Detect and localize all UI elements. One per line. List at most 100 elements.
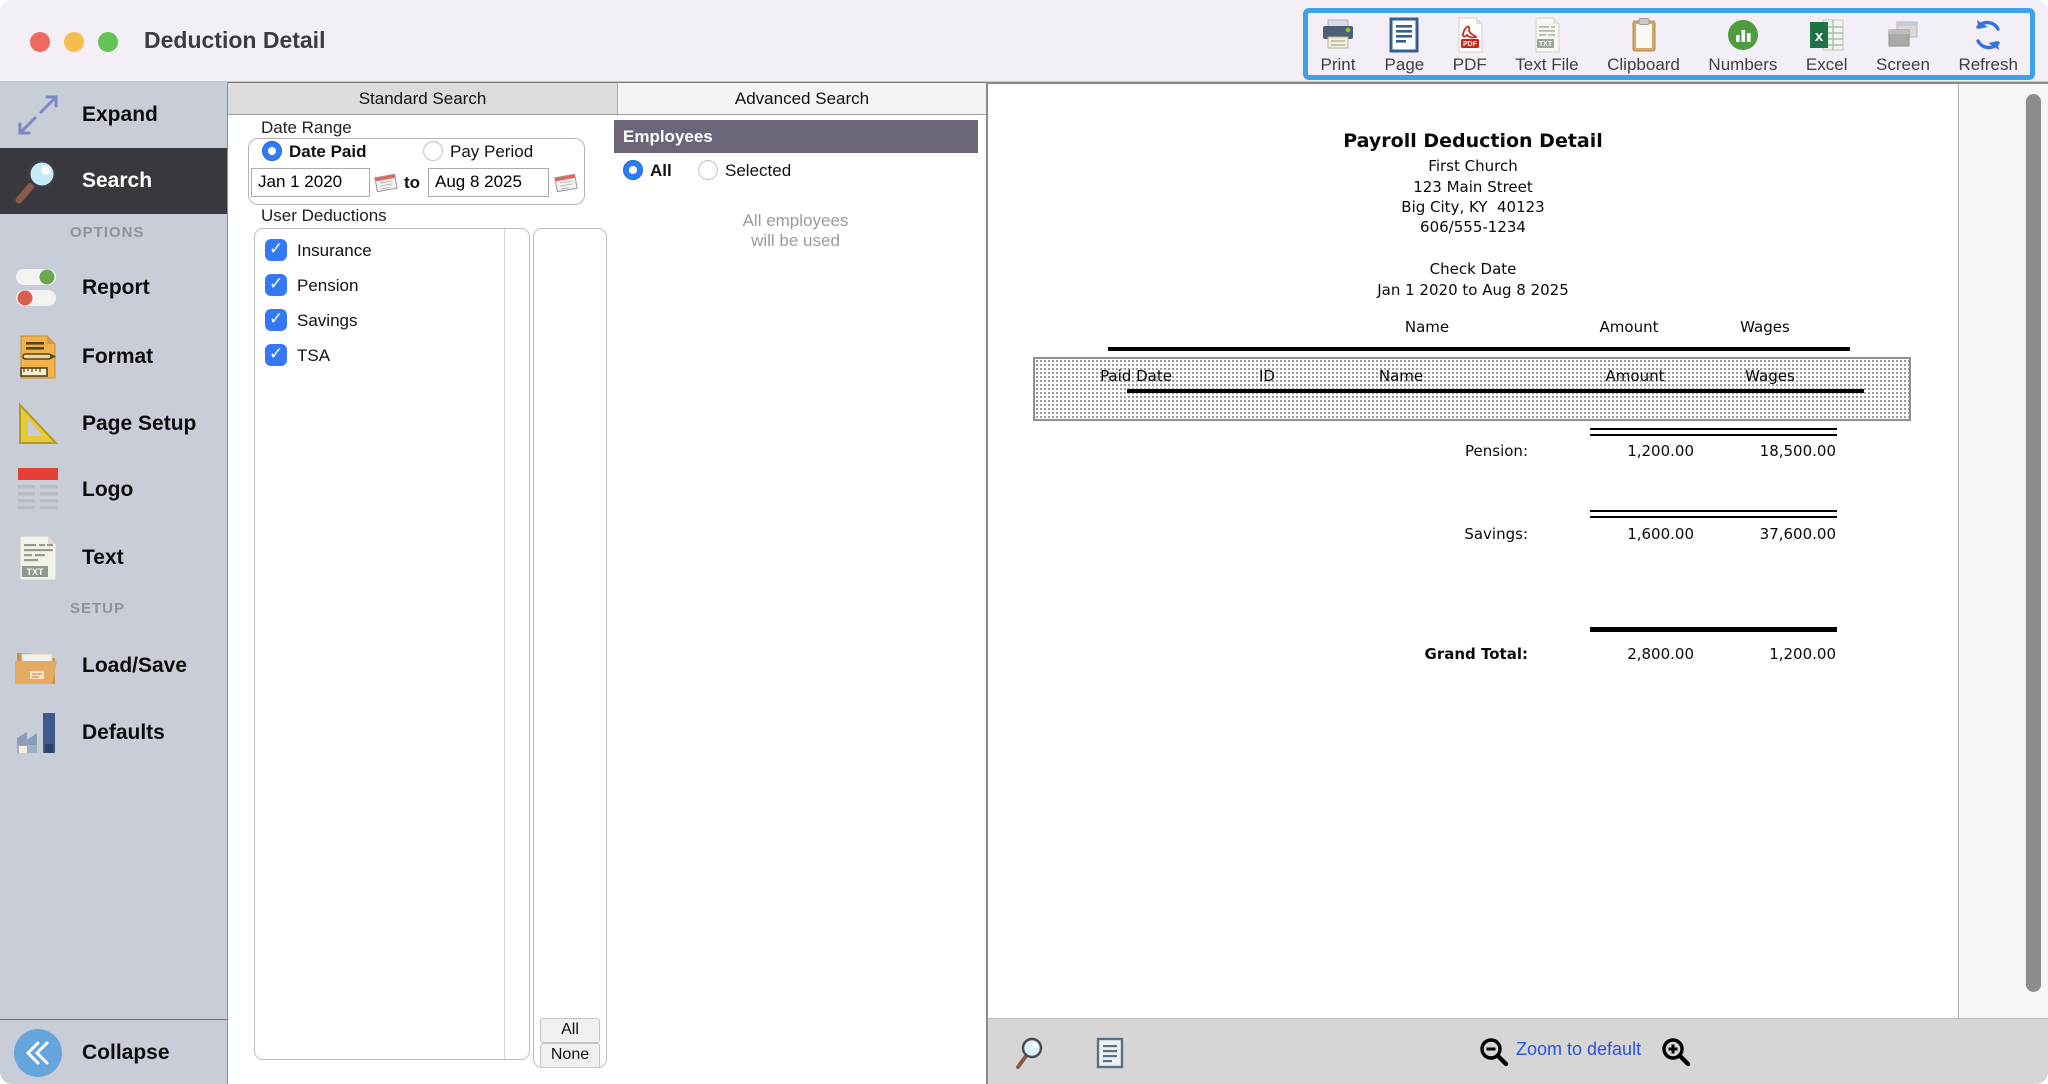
- sidebar-item-expand[interactable]: Expand: [0, 82, 227, 148]
- factory-icon: [12, 707, 64, 759]
- refresh-button[interactable]: Refresh: [1958, 16, 2018, 75]
- zoom-in-icon[interactable]: [1660, 1036, 1692, 1073]
- page-label: Page: [1385, 55, 1425, 75]
- pension-checkbox[interactable]: [265, 274, 287, 296]
- grand-total-label: Grand Total:: [1228, 645, 1528, 663]
- screen-button[interactable]: Screen: [1876, 16, 1930, 75]
- detail-col-amount: Amount: [1595, 367, 1675, 385]
- deduction-row-insurance[interactable]: Insurance: [255, 237, 529, 267]
- folder-icon: [12, 640, 64, 692]
- select-none-button[interactable]: None: [540, 1043, 600, 1068]
- savings-row-wages: 37,600.00: [1696, 525, 1836, 543]
- window-title: Deduction Detail: [144, 27, 325, 54]
- deduction-row-tsa[interactable]: TSA: [255, 342, 529, 372]
- printer-icon: [1320, 16, 1356, 54]
- search-icon: [12, 155, 64, 207]
- detail-col-paid-date: Paid Date: [1091, 367, 1181, 385]
- clipboard-button[interactable]: Clipboard: [1607, 16, 1680, 75]
- grand-total-rule: [1590, 627, 1837, 632]
- employees-all-radio[interactable]: [623, 160, 643, 180]
- magnifier-icon[interactable]: [1013, 1035, 1047, 1076]
- screen-label: Screen: [1876, 55, 1930, 75]
- pay-period-radio-label: Pay Period: [450, 142, 533, 162]
- print-button[interactable]: Print: [1320, 16, 1356, 75]
- deduction-row-pension[interactable]: Pension: [255, 272, 529, 302]
- sidebar-item-logo-label: Logo: [82, 478, 133, 502]
- clipboard-icon: [1630, 16, 1658, 54]
- report-check-date-label: Check Date: [988, 260, 1958, 278]
- pdf-label: PDF: [1453, 55, 1487, 75]
- employees-header: Employees: [614, 120, 978, 153]
- expand-icon: [12, 89, 64, 141]
- clipboard-label: Clipboard: [1607, 55, 1680, 75]
- zoom-to-default-link[interactable]: Zoom to default: [1516, 1039, 1641, 1060]
- savings-checkbox[interactable]: [265, 309, 287, 331]
- pay-period-radio[interactable]: [423, 141, 443, 161]
- numbers-button[interactable]: Numbers: [1708, 16, 1777, 75]
- tab-advanced-search[interactable]: Advanced Search: [617, 83, 986, 114]
- report-org-city: Big City, KY 40123: [988, 198, 1958, 216]
- date-paid-radio[interactable]: [262, 141, 282, 161]
- minimize-window-button[interactable]: [64, 32, 84, 52]
- savings-total-rule: [1590, 510, 1837, 518]
- date-to-calendar-icon[interactable]: [554, 172, 578, 194]
- insurance-checkbox[interactable]: [265, 239, 287, 261]
- sidebar-item-collapse[interactable]: Collapse: [0, 1024, 227, 1082]
- pdf-button[interactable]: PDF PDF: [1453, 16, 1487, 75]
- sidebar-options-header: OPTIONS: [70, 224, 145, 241]
- deduction-row-savings[interactable]: Savings: [255, 307, 529, 337]
- grand-total-amount: 2,800.00: [1554, 645, 1694, 663]
- report-document-icon[interactable]: [1096, 1037, 1124, 1074]
- screen-icon: [1885, 16, 1921, 54]
- export-toolbar: Print Page PDF PDF TXT Text File: [1303, 8, 2035, 80]
- report-scrollbar[interactable]: [2026, 94, 2041, 992]
- page-icon: [1389, 16, 1419, 54]
- sidebar-divider: [0, 1019, 227, 1020]
- pdf-icon: PDF: [1456, 16, 1484, 54]
- report-org-street: 123 Main Street: [988, 178, 1958, 196]
- employees-selected-radio[interactable]: [698, 160, 718, 180]
- excel-label: Excel: [1806, 55, 1848, 75]
- date-from-calendar-icon[interactable]: [374, 172, 398, 194]
- sidebar-item-logo[interactable]: Logo: [0, 457, 227, 523]
- sidebar-item-collapse-label: Collapse: [82, 1041, 170, 1065]
- insurance-label: Insurance: [297, 241, 372, 261]
- date-from-input[interactable]: Jan 1 2020: [251, 168, 370, 197]
- tsa-checkbox[interactable]: [265, 344, 287, 366]
- zoom-window-button[interactable]: [98, 32, 118, 52]
- sidebar-item-defaults-label: Defaults: [82, 721, 165, 745]
- header-rule: [1108, 347, 1850, 351]
- detail-col-wages: Wages: [1730, 367, 1810, 385]
- select-all-button[interactable]: All: [540, 1018, 600, 1043]
- date-range-label: Date Range: [261, 118, 352, 138]
- sidebar-item-load-save[interactable]: Load/Save: [0, 633, 227, 699]
- employees-selected-label: Selected: [725, 161, 791, 181]
- sidebar-setup-header: SETUP: [70, 600, 125, 617]
- report-org-phone: 606/555-1234: [988, 218, 1958, 236]
- pension-total-rule: [1590, 428, 1837, 436]
- report-org-name: First Church: [988, 157, 1958, 175]
- sidebar-item-format-label: Format: [82, 345, 153, 369]
- excel-button[interactable]: x Excel: [1806, 16, 1848, 75]
- page-setup-icon: [12, 398, 64, 450]
- date-to-input[interactable]: Aug 8 2025: [428, 168, 549, 197]
- sidebar-item-format[interactable]: Format: [0, 324, 227, 390]
- detail-band[interactable]: Paid Date ID Name Amount Wages: [1033, 357, 1911, 421]
- print-label: Print: [1321, 55, 1356, 75]
- sidebar-item-text[interactable]: TXT Text: [0, 525, 227, 591]
- page-button[interactable]: Page: [1385, 16, 1425, 75]
- title-bar: Deduction Detail Print Page PDF PDF: [0, 0, 2048, 82]
- sidebar-item-defaults[interactable]: Defaults: [0, 700, 227, 766]
- sidebar-item-page-setup[interactable]: Page Setup: [0, 391, 227, 457]
- zoom-out-icon[interactable]: [1478, 1036, 1510, 1073]
- pension-row-wages: 18,500.00: [1696, 442, 1836, 460]
- text-file-button[interactable]: TXT Text File: [1515, 16, 1578, 75]
- report-toggles-icon: [12, 262, 64, 314]
- sidebar-item-report[interactable]: Report: [0, 255, 227, 321]
- tab-standard-search[interactable]: Standard Search: [228, 83, 617, 114]
- sidebar-item-search[interactable]: Search: [0, 148, 227, 214]
- employees-note-line1: All employees: [688, 211, 903, 231]
- tsa-label: TSA: [297, 346, 330, 366]
- report-page: Payroll Deduction Detail First Church 12…: [988, 84, 1959, 1018]
- close-window-button[interactable]: [30, 32, 50, 52]
